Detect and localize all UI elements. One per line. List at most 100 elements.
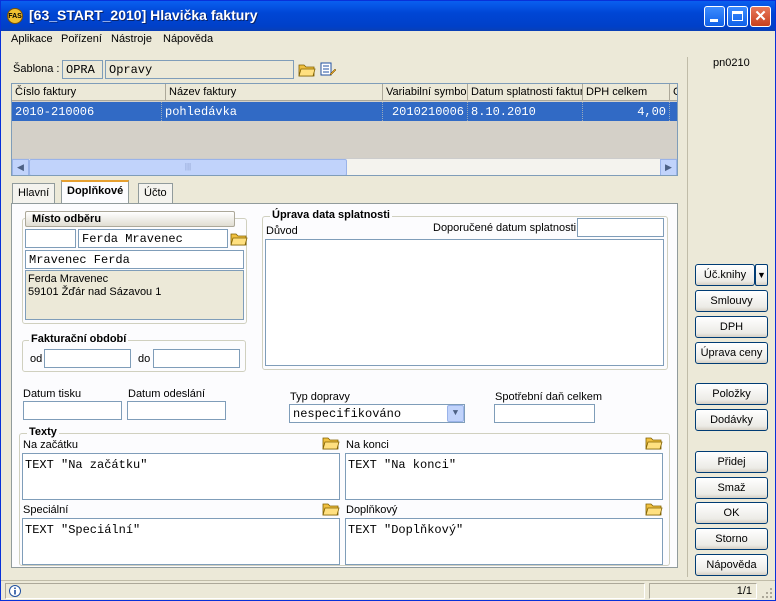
scroll-left-icon[interactable]: ◀ xyxy=(12,159,29,175)
resize-grip-icon[interactable] xyxy=(761,587,773,599)
main-window: FAS [63_START_2010] Hlavička faktury ✕ A… xyxy=(0,0,776,601)
typ-dopravy-select[interactable]: nespecifikováno ▼ xyxy=(289,404,465,423)
folder-open-icon[interactable] xyxy=(645,436,663,450)
typ-dopravy-value: nespecifikováno xyxy=(293,407,402,421)
status-bar: 1/1 xyxy=(1,580,775,600)
table-cell: pohledávka xyxy=(162,102,383,121)
dodavky-button[interactable]: Dodávky xyxy=(695,409,768,431)
duvod-label: Důvod xyxy=(266,225,298,237)
menu-nastroje[interactable]: Nástroje xyxy=(111,33,152,45)
column-header[interactable]: C xyxy=(670,84,677,101)
na-konci-label: Na konci xyxy=(346,439,389,451)
status-pages-cell: 1/1 xyxy=(649,583,757,599)
misto-odberu-name-field[interactable]: Mravenec Ferda xyxy=(25,250,244,269)
maximize-icon xyxy=(732,11,743,21)
close-icon: ✕ xyxy=(754,8,767,25)
doporucene-label: Doporučené datum splatnosti xyxy=(433,222,577,234)
smaz-button[interactable]: Smaž xyxy=(695,477,768,499)
datum-odeslani-label: Datum odeslání xyxy=(128,388,206,400)
template-name-field[interactable]: Opravy xyxy=(105,60,294,79)
misto-odberu-header: Místo odběru xyxy=(25,211,235,227)
minimize-button[interactable] xyxy=(704,6,725,27)
vertical-divider xyxy=(687,57,688,577)
doporucene-datum-field[interactable] xyxy=(577,218,664,237)
column-header[interactable]: Datum splatnosti faktury xyxy=(468,84,583,101)
scroll-right-icon[interactable]: ▶ xyxy=(660,159,677,175)
uprava-data-title: Úprava data splatnosti xyxy=(270,209,392,221)
tab-doplnkove[interactable]: Doplňkové xyxy=(61,180,130,204)
misto-odberu-code-field[interactable] xyxy=(25,229,76,248)
app-logo-icon: FAS xyxy=(7,8,23,24)
storno-button[interactable]: Storno xyxy=(695,528,768,550)
menu-porizeni[interactable]: Pořízení xyxy=(61,33,102,45)
doplnkovy-label: Doplňkový xyxy=(346,504,398,516)
dph-button[interactable]: DPH xyxy=(695,316,768,338)
title-bar[interactable]: FAS [63_START_2010] Hlavička faktury ✕ xyxy=(1,1,775,31)
duvod-textarea[interactable] xyxy=(265,239,664,366)
column-header[interactable]: Název faktury xyxy=(166,84,383,101)
table-row[interactable]: 2010-210006 pohledávka 2010210006 8.10.2… xyxy=(12,102,677,121)
uprava-ceny-button[interactable]: Úprava ceny xyxy=(695,342,768,364)
na-zacatku-textarea[interactable]: TEXT "Na začátku" xyxy=(22,453,340,500)
specialni-textarea[interactable]: TEXT "Speciální" xyxy=(22,518,340,565)
pridej-button[interactable]: Přidej xyxy=(695,451,768,473)
datum-tisku-label: Datum tisku xyxy=(23,388,82,400)
spotrebni-dan-label: Spotřební daň celkem xyxy=(495,391,603,403)
polozky-button[interactable]: Položky xyxy=(695,383,768,405)
tab-ucto[interactable]: Účto xyxy=(138,183,173,203)
form-id: pn0210 xyxy=(713,57,750,69)
spotrebni-dan-field[interactable] xyxy=(494,404,595,423)
column-header[interactable]: DPH celkem xyxy=(583,84,670,101)
maximize-button[interactable] xyxy=(727,6,748,27)
doplnkovy-textarea[interactable]: TEXT "Doplňkový" xyxy=(345,518,663,565)
table-cell: 4,00 xyxy=(583,102,670,121)
od-field[interactable] xyxy=(44,349,131,368)
template-code-field[interactable]: OPRA xyxy=(62,60,103,79)
typ-dopravy-label: Typ dopravy xyxy=(290,391,350,403)
folder-open-icon[interactable] xyxy=(322,436,340,450)
minimize-icon xyxy=(710,19,718,22)
do-field[interactable] xyxy=(153,349,240,368)
column-header[interactable]: Variabilní symbol xyxy=(383,84,468,101)
fakturacni-obdobi-title: Fakturační období xyxy=(29,333,129,345)
folder-open-icon[interactable] xyxy=(298,63,316,77)
specialni-label: Speciální xyxy=(23,504,69,516)
list-edit-icon[interactable] xyxy=(320,61,336,77)
misto-odberu-address-box: Ferda Mravenec 59101 Žďár nad Sázavou 1 xyxy=(25,270,244,320)
napoveda-button[interactable]: Nápověda xyxy=(695,554,768,576)
na-konci-textarea[interactable]: TEXT "Na konci" xyxy=(345,453,663,500)
address-line-2: 59101 Žďár nad Sázavou 1 xyxy=(28,286,162,298)
uc-knihy-button[interactable]: Úč.knihy xyxy=(695,264,755,286)
scroll-thumb[interactable]: ||| xyxy=(29,159,347,175)
status-message-cell xyxy=(5,583,645,599)
folder-open-icon[interactable] xyxy=(322,502,340,516)
chevron-down-icon: ▼ xyxy=(757,270,766,280)
menu-aplikace[interactable]: Aplikace xyxy=(11,33,53,45)
info-icon xyxy=(9,585,21,597)
tab-hlavni[interactable]: Hlavní xyxy=(12,183,56,203)
folder-open-icon[interactable] xyxy=(645,502,663,516)
chevron-down-icon[interactable]: ▼ xyxy=(447,405,464,422)
misto-odberu-shortname-field[interactable]: Ferda Mravenec xyxy=(78,229,228,248)
table-cell xyxy=(670,102,677,121)
datum-odeslani-field[interactable] xyxy=(127,401,226,420)
ok-button[interactable]: OK xyxy=(695,502,768,524)
invoice-grid[interactable]: Číslo faktury Název faktury Variabilní s… xyxy=(11,83,678,176)
horizontal-scrollbar[interactable]: ◀ ||| ▶ xyxy=(12,158,677,175)
misto-odberu-title: Místo odběru xyxy=(32,213,102,225)
smlouvy-button[interactable]: Smlouvy xyxy=(695,290,768,312)
table-cell: 2010210006 xyxy=(383,102,468,121)
page-counter: 1/1 xyxy=(736,585,752,597)
table-cell: 8.10.2010 xyxy=(468,102,583,121)
texty-title: Texty xyxy=(27,426,59,438)
table-cell: 2010-210006 xyxy=(12,102,162,121)
folder-open-icon[interactable] xyxy=(230,232,248,246)
datum-tisku-field[interactable] xyxy=(23,401,122,420)
column-header[interactable]: Číslo faktury xyxy=(12,84,166,101)
menu-napoveda[interactable]: Nápověda xyxy=(163,33,213,45)
uc-knihy-dropdown-button[interactable]: ▼ xyxy=(755,264,768,286)
na-zacatku-label: Na začátku xyxy=(23,439,79,451)
address-line-1: Ferda Mravenec xyxy=(28,273,109,285)
close-button[interactable]: ✕ xyxy=(750,6,771,27)
od-label: od xyxy=(30,353,43,365)
